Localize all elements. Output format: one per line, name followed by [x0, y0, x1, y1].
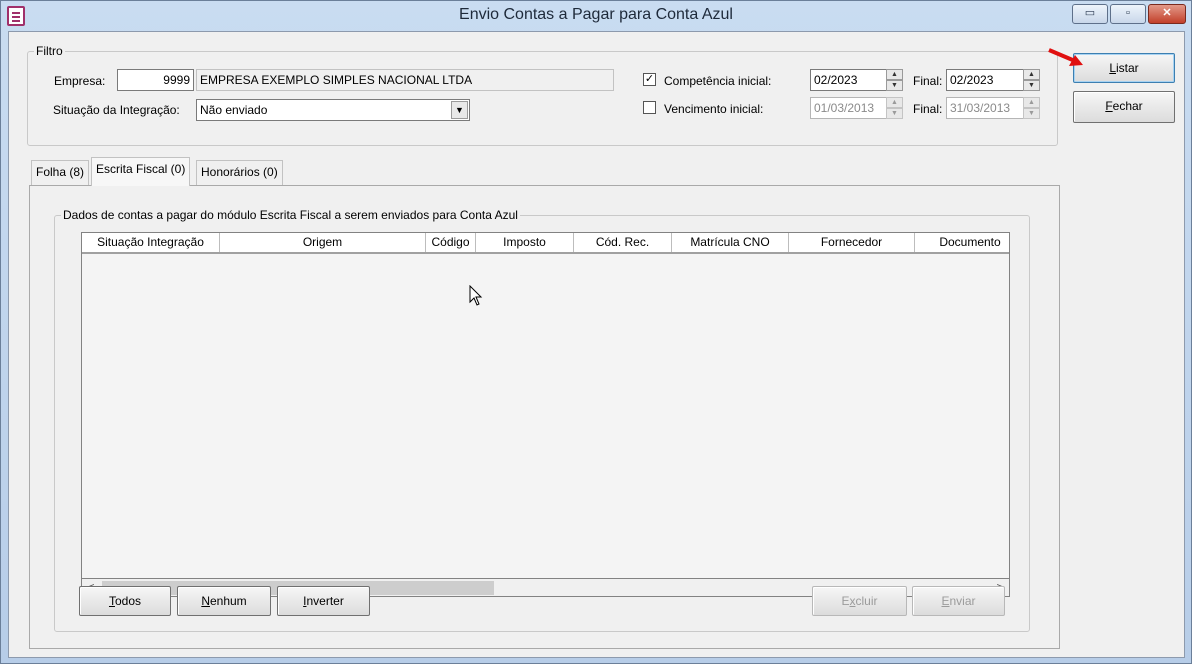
app-window: Envio Contas a Pagar para Conta Azul ▭ ▫… — [0, 0, 1192, 664]
column-header-matricula-cno[interactable]: Matrícula CNO — [672, 233, 789, 252]
vencimento-initial-field[interactable]: 01/03/2013 — [810, 97, 887, 119]
title-bar[interactable]: Envio Contas a Pagar para Conta Azul ▭ ▫… — [1, 1, 1191, 31]
inverter-label-post: nverter — [306, 594, 344, 608]
filter-group: Filtro — [27, 44, 1058, 146]
competencia-final-field[interactable]: 02/2023 — [946, 69, 1024, 91]
tab-escrita-fiscal[interactable]: Escrita Fiscal (0) — [91, 157, 191, 186]
table-header: Situação Integração Origem Código Impost… — [82, 233, 1009, 254]
filter-group-legend: Filtro — [34, 44, 65, 58]
vencimento-final-field[interactable]: 31/03/2013 — [946, 97, 1024, 119]
red-arrow-icon — [1048, 48, 1083, 66]
competencia-checkbox[interactable]: ✓ — [643, 73, 656, 86]
excluir-button[interactable]: Excluir — [812, 586, 907, 616]
competencia-final-label: Final: — [913, 74, 943, 88]
listar-label-post: istar — [1116, 61, 1139, 75]
spin-up-icon[interactable]: ▲ — [886, 97, 903, 108]
contas-group-legend: Dados de contas a pagar do módulo Escrit… — [61, 208, 520, 222]
fechar-label-post: echar — [1112, 99, 1143, 113]
spin-down-icon[interactable]: ▼ — [886, 80, 903, 91]
minimize-button[interactable]: ▭ — [1072, 4, 1108, 24]
column-header-codigo[interactable]: Código — [426, 233, 476, 252]
mouse-cursor-icon — [469, 285, 483, 306]
chevron-down-icon[interactable]: ▼ — [451, 101, 468, 119]
competencia-label: Competência inicial: — [664, 74, 772, 88]
vencimento-initial-spinner[interactable]: ▲ ▼ — [886, 97, 903, 119]
nenhum-label-post: enhum — [209, 594, 247, 608]
spin-up-icon[interactable]: ▲ — [886, 69, 903, 80]
vencimento-label: Vencimento inicial: — [664, 102, 764, 116]
listar-button[interactable]: Listar — [1073, 53, 1175, 83]
excluir-label-pre: E — [841, 594, 850, 608]
competencia-final-spinner[interactable]: ▲ ▼ — [1023, 69, 1040, 91]
spin-down-icon[interactable]: ▼ — [886, 108, 903, 119]
tab-folha[interactable]: Folha (8) — [31, 160, 90, 185]
nenhum-button[interactable]: Nenhum — [177, 586, 271, 616]
enviar-button[interactable]: Enviar — [912, 586, 1005, 616]
maximize-button[interactable]: ▫ — [1110, 4, 1146, 24]
column-header-cod-rec[interactable]: Cód. Rec. — [574, 233, 672, 252]
window-client-area: Filtro Empresa: 9999 EMPRESA EXEMPLO SIM… — [8, 31, 1185, 658]
spin-down-icon[interactable]: ▼ — [1023, 108, 1040, 119]
excluir-label-post: cluir — [855, 594, 878, 608]
column-header-situacao[interactable]: Situação Integração — [82, 233, 220, 252]
todos-label-post: odos — [114, 594, 142, 608]
fechar-button[interactable]: Fechar — [1073, 91, 1175, 123]
competencia-initial-spinner[interactable]: ▲ ▼ — [886, 69, 903, 91]
column-header-imposto[interactable]: Imposto — [476, 233, 574, 252]
window-title: Envio Contas a Pagar para Conta Azul — [459, 6, 733, 23]
inverter-button[interactable]: Inverter — [277, 586, 370, 616]
column-header-documento[interactable]: Documento — [915, 233, 1009, 252]
spin-up-icon[interactable]: ▲ — [1023, 69, 1040, 80]
enviar-label-post: nviar — [949, 594, 976, 608]
listar-label-accel: L — [1109, 61, 1116, 75]
vencimento-final-label: Final: — [913, 102, 943, 116]
situacao-select-value: Não enviado — [200, 103, 268, 117]
contas-table[interactable]: Situação Integração Origem Código Impost… — [81, 232, 1010, 579]
spin-up-icon[interactable]: ▲ — [1023, 97, 1040, 108]
empresa-label: Empresa: — [54, 74, 106, 88]
competencia-initial-field[interactable]: 02/2023 — [810, 69, 887, 91]
column-header-fornecedor[interactable]: Fornecedor — [789, 233, 915, 252]
vencimento-final-spinner[interactable]: ▲ ▼ — [1023, 97, 1040, 119]
vencimento-checkbox[interactable] — [643, 101, 656, 114]
spin-down-icon[interactable]: ▼ — [1023, 80, 1040, 91]
empresa-code-field[interactable]: 9999 — [117, 69, 194, 91]
nenhum-label-accel: N — [201, 594, 210, 608]
situacao-label: Situação da Integração: — [53, 103, 180, 117]
enviar-label-accel: E — [941, 594, 950, 608]
close-button[interactable]: ✕ — [1148, 4, 1186, 24]
todos-button[interactable]: Todos — [79, 586, 171, 616]
empresa-name-field: EMPRESA EXEMPLO SIMPLES NACIONAL LTDA — [196, 69, 614, 91]
situacao-select[interactable]: Não enviado ▼ — [196, 99, 470, 121]
fechar-label-accel: F — [1105, 99, 1113, 113]
tab-honorarios[interactable]: Honorários (0) — [196, 160, 283, 185]
column-header-origem[interactable]: Origem — [220, 233, 426, 252]
